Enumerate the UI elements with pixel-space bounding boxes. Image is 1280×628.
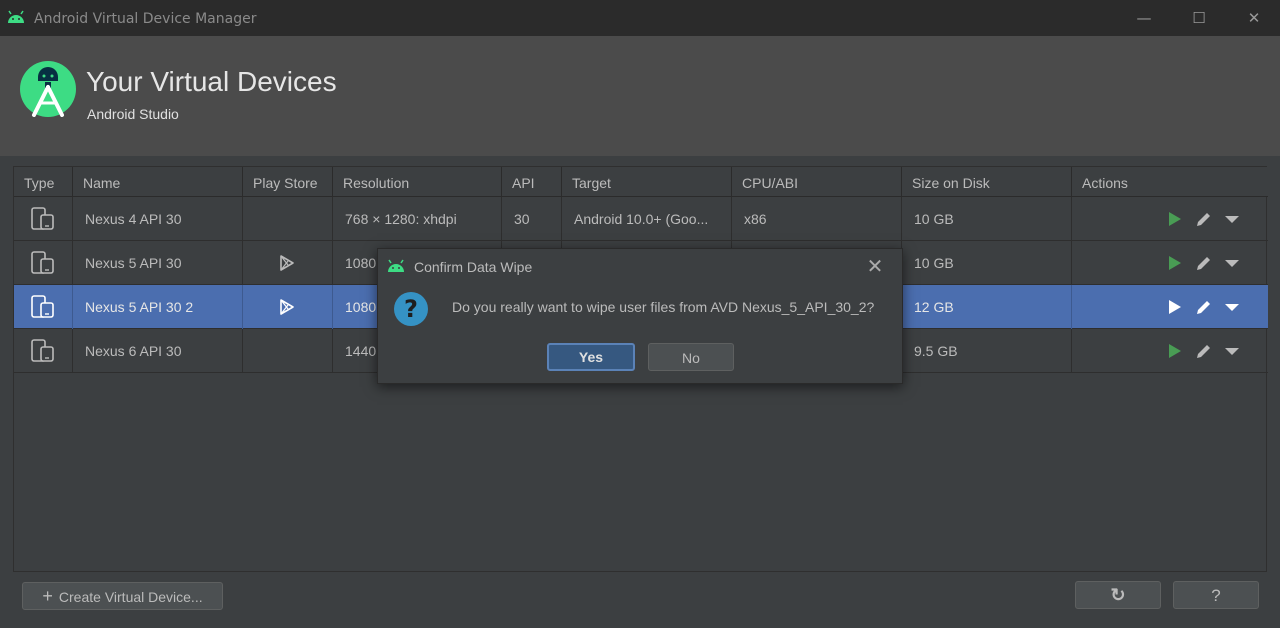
android-icon <box>388 259 404 272</box>
column-header-name[interactable]: Name <box>73 167 243 197</box>
confirm-data-wipe-dialog: Confirm Data Wipe ✕ ? Do you really want… <box>377 248 903 384</box>
cell-target: Android 10.0+ (Goo... <box>562 197 732 241</box>
maximize-button[interactable]: ☐ <box>1184 6 1214 30</box>
refresh-button[interactable]: ↻ <box>1075 581 1161 609</box>
page-subtitle: Android Studio <box>87 106 179 122</box>
cell-text: 10 GB <box>914 255 954 271</box>
chevron-down-icon[interactable] <box>1222 253 1242 273</box>
refresh-icon: ↻ <box>1110 585 1126 605</box>
launch-play-icon[interactable] <box>1164 253 1184 273</box>
cell-text: 768 × 1280: xhdpi <box>345 211 457 227</box>
cell-type <box>14 197 73 241</box>
create-virtual-device-button[interactable]: + Create Virtual Device... <box>22 582 223 610</box>
cell-name: Nexus 5 API 30 2 <box>73 285 243 329</box>
android-icon <box>8 10 24 23</box>
column-header-api[interactable]: API <box>502 167 562 197</box>
cell-text: 30 <box>514 211 530 227</box>
window-title: Android Virtual Device Manager <box>34 11 257 27</box>
yes-button[interactable]: Yes <box>547 343 635 371</box>
cell-text: 1440 <box>345 343 377 359</box>
cell-text: 1080 <box>345 255 377 271</box>
table-header: Type Name Play Store Resolution API Targ… <box>14 167 1268 197</box>
dialog-title: Confirm Data Wipe <box>414 259 533 275</box>
cell-text: Nexus 4 API 30 <box>85 211 182 227</box>
edit-pencil-icon[interactable] <box>1194 297 1214 317</box>
cell-size: 12 GB <box>902 285 1072 329</box>
cell-type <box>14 329 73 373</box>
cell-name: Nexus 6 API 30 <box>73 329 243 373</box>
play-store-icon <box>280 255 294 271</box>
cell-actions <box>1072 285 1268 329</box>
chevron-down-icon[interactable] <box>1222 297 1242 317</box>
cell-cpu: x86 <box>732 197 902 241</box>
phone-tablet-icon <box>31 339 54 362</box>
android-studio-logo <box>20 61 76 117</box>
edit-pencil-icon[interactable] <box>1194 209 1214 229</box>
minimize-button[interactable]: — <box>1129 6 1159 30</box>
cell-size: 10 GB <box>902 197 1072 241</box>
cell-text: 1080 <box>345 299 377 315</box>
dialog-message: Do you really want to wipe user files fr… <box>452 299 875 315</box>
chevron-down-icon[interactable] <box>1222 209 1242 229</box>
title-bar: Android Virtual Device Manager — ☐ ✕ <box>0 0 1280 36</box>
column-header-type[interactable]: Type <box>14 167 73 197</box>
plus-icon: + <box>42 586 53 606</box>
table-row[interactable]: Nexus 4 API 30 768 × 1280: xhdpi 30 Android… <box>14 197 1268 241</box>
phone-tablet-icon <box>31 207 54 230</box>
close-icon[interactable]: ✕ <box>864 255 886 277</box>
cell-name: Nexus 5 API 30 <box>73 241 243 285</box>
cell-text: Nexus 6 API 30 <box>85 343 182 359</box>
launch-play-icon[interactable] <box>1164 209 1184 229</box>
cell-text: 10 GB <box>914 211 954 227</box>
column-header-size-on-disk[interactable]: Size on Disk <box>902 167 1072 197</box>
column-header-cpu-abi[interactable]: CPU/ABI <box>732 167 902 197</box>
cell-text: Android 10.0+ (Goo... <box>574 211 709 227</box>
cell-text: x86 <box>744 211 767 227</box>
cell-size: 10 GB <box>902 241 1072 285</box>
cell-text: Nexus 5 API 30 2 <box>85 299 194 315</box>
cell-size: 9.5 GB <box>902 329 1072 373</box>
cell-actions <box>1072 197 1268 241</box>
edit-pencil-icon[interactable] <box>1194 253 1214 273</box>
cell-actions <box>1072 241 1268 285</box>
cell-text: Nexus 5 API 30 <box>85 255 182 271</box>
cell-play-store <box>243 329 333 373</box>
question-icon: ? <box>394 292 428 326</box>
cell-name: Nexus 4 API 30 <box>73 197 243 241</box>
cell-text: 12 GB <box>914 299 954 315</box>
column-header-target[interactable]: Target <box>562 167 732 197</box>
chevron-down-icon[interactable] <box>1222 341 1242 361</box>
create-virtual-device-label: Create Virtual Device... <box>58 589 203 605</box>
cell-play-store <box>243 197 333 241</box>
cell-type <box>14 241 73 285</box>
page-header: Your Virtual Devices Android Studio <box>0 36 1280 156</box>
column-header-play-store[interactable]: Play Store <box>243 167 333 197</box>
no-button[interactable]: No <box>648 343 734 371</box>
cell-actions <box>1072 329 1268 373</box>
close-window-button[interactable]: ✕ <box>1239 6 1269 30</box>
cell-api: 30 <box>502 197 562 241</box>
launch-play-icon[interactable] <box>1164 341 1184 361</box>
help-button[interactable]: ? <box>1173 581 1259 609</box>
cell-type <box>14 285 73 329</box>
play-store-icon <box>280 299 294 315</box>
edit-pencil-icon[interactable] <box>1194 341 1214 361</box>
phone-tablet-icon <box>31 251 54 274</box>
phone-tablet-icon <box>31 295 54 318</box>
cell-resolution: 768 × 1280: xhdpi <box>333 197 502 241</box>
cell-play-store <box>243 241 333 285</box>
page-title: Your Virtual Devices <box>86 66 337 97</box>
column-header-resolution[interactable]: Resolution <box>333 167 502 197</box>
cell-play-store <box>243 285 333 329</box>
launch-play-icon[interactable] <box>1164 297 1184 317</box>
column-header-actions: Actions <box>1082 175 1128 191</box>
cell-text: 9.5 GB <box>914 343 958 359</box>
